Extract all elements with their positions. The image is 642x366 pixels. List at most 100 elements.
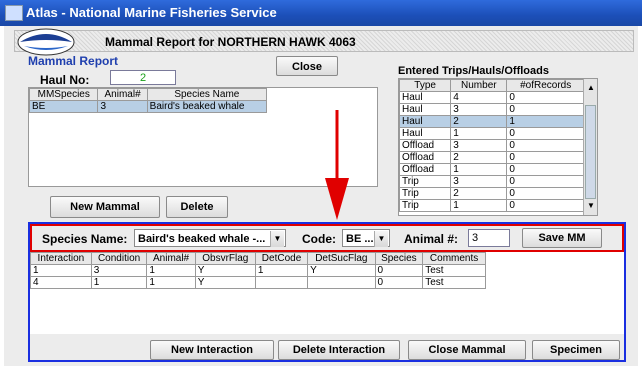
column-header[interactable]: ObsvrFlag [194, 252, 256, 265]
table-cell: 2 [450, 151, 508, 164]
table-row[interactable]: Haul 3 0 [399, 103, 585, 116]
save-mm-button[interactable]: Save MM [522, 228, 602, 248]
table-cell: 0 [506, 103, 585, 116]
new-mammal-button[interactable]: New Mammal [50, 196, 160, 218]
scroll-up-icon[interactable]: ▲ [587, 83, 595, 92]
table-cell: 0 [374, 276, 424, 289]
table-cell: 3 [97, 100, 148, 113]
table-cell: 0 [506, 187, 585, 200]
table-row[interactable]: 1 3 1 Y 1 Y 0 Test [30, 264, 486, 277]
chevron-down-icon[interactable]: ▼ [270, 231, 284, 247]
chevron-down-icon[interactable]: ▼ [374, 231, 388, 247]
animal-number-field[interactable]: 3 [468, 229, 510, 247]
window-titlebar: Atlas - National Marine Fisheries Servic… [0, 0, 642, 26]
column-header[interactable]: Species [374, 252, 424, 265]
column-header[interactable]: #ofRecords [506, 79, 585, 92]
table-cell: Y [307, 264, 376, 277]
table-cell: Test [422, 264, 486, 277]
table-cell: 3 [450, 175, 508, 188]
species-name-combo[interactable]: Baird's beaked whale -... ▼ [134, 229, 286, 247]
trips-scrollbar[interactable]: ▲ ▼ [583, 79, 597, 215]
column-header[interactable]: DetSucFlag [307, 252, 376, 265]
app-icon [5, 5, 23, 21]
column-header[interactable]: Condition [90, 252, 148, 265]
table-row[interactable]: Offload 1 0 [399, 163, 585, 176]
table-cell: Offload [399, 139, 452, 152]
table-row[interactable]: BE 3 Baird's beaked whale [28, 100, 268, 113]
table-cell: Y [194, 264, 256, 277]
haul-number-field[interactable]: 2 [110, 70, 176, 85]
table-cell: 1 [30, 264, 92, 277]
table-row[interactable]: Haul 1 0 [399, 127, 585, 140]
scroll-down-icon[interactable]: ▼ [587, 201, 595, 210]
delete-mammal-button[interactable]: Delete [166, 196, 228, 218]
code-combo[interactable]: BE ... ▼ [342, 229, 390, 247]
table-cell: 0 [506, 175, 585, 188]
species-name-label: Species Name: [42, 232, 128, 246]
haul-label: Haul No: [40, 73, 90, 87]
new-interaction-button[interactable]: New Interaction [150, 340, 274, 360]
table-row[interactable]: 4 1 1 Y 0 Test [30, 276, 486, 289]
table-cell: 0 [506, 127, 585, 140]
table-cell [307, 276, 376, 289]
table-cell: Haul [399, 103, 452, 116]
column-header[interactable]: Species Name [146, 88, 268, 101]
table-cell: 0 [506, 151, 585, 164]
window-title: Atlas - National Marine Fisheries Servic… [26, 5, 277, 20]
table-cell: 4 [450, 91, 508, 104]
table-cell: 3 [90, 264, 148, 277]
table-row[interactable]: Trip 2 0 [399, 187, 585, 200]
table-cell: Trip [399, 199, 452, 212]
table-row[interactable]: Offload 3 0 [399, 139, 585, 152]
table-cell [254, 276, 309, 289]
table-row[interactable]: Haul 4 0 [399, 91, 585, 104]
table-cell: Haul [399, 115, 452, 128]
column-header[interactable]: Type [399, 79, 452, 92]
table-row[interactable]: Trip 3 0 [399, 175, 585, 188]
close-button[interactable]: Close [276, 56, 338, 76]
table-row[interactable]: Trip 1 0 [399, 199, 585, 212]
specimen-button[interactable]: Specimen [532, 340, 620, 360]
column-header[interactable]: DetCode [254, 252, 309, 265]
table-cell: 2 [450, 115, 508, 128]
column-header[interactable]: MMSpecies [28, 88, 99, 101]
table-cell: 0 [506, 163, 585, 176]
table-cell: 1 [450, 163, 508, 176]
table-cell: 1 [450, 127, 508, 140]
table-cell: Trip [399, 175, 452, 188]
column-header[interactable]: Number [450, 79, 508, 92]
trips-title: Entered Trips/Hauls/Offloads [398, 65, 549, 77]
table-cell: 2 [450, 187, 508, 200]
table-cell: 1 [146, 264, 196, 277]
close-mammal-button[interactable]: Close Mammal [408, 340, 526, 360]
table-cell: 3 [450, 103, 508, 116]
table-cell: Haul [399, 127, 452, 140]
code-label: Code: [302, 232, 336, 246]
table-cell: 4 [30, 276, 92, 289]
delete-interaction-button[interactable]: Delete Interaction [278, 340, 400, 360]
column-header[interactable]: Animal# [146, 252, 196, 265]
trips-table: Type Number #ofRecords Haul 4 0 Haul 3 0 Haul 2 1 H… [399, 79, 585, 212]
table-row[interactable]: Offload 2 0 [399, 151, 585, 164]
table-cell: 0 [506, 199, 585, 212]
table-row[interactable]: Haul 2 1 [399, 115, 585, 128]
column-header[interactable]: Interaction [30, 252, 92, 265]
table-cell: 1 [90, 276, 148, 289]
table-cell: 0 [374, 264, 424, 277]
table-cell: Trip [399, 187, 452, 200]
annotation-arrow-icon [325, 110, 349, 220]
table-cell: 3 [450, 139, 508, 152]
scroll-thumb[interactable] [585, 105, 596, 199]
noaa-logo [17, 28, 75, 56]
table-cell: Offload [399, 151, 452, 164]
table-cell: 0 [506, 91, 585, 104]
table-cell: Y [194, 276, 256, 289]
table-cell: Test [422, 276, 486, 289]
column-header[interactable]: Animal# [97, 88, 148, 101]
table-cell: Baird's beaked whale [146, 100, 268, 113]
section-label: Mammal Report [28, 54, 119, 68]
report-header: Mammal Report for NORTHERN HAWK 4063 [14, 30, 634, 52]
column-header[interactable]: Comments [422, 252, 486, 265]
table-cell: 1 [450, 199, 508, 212]
interaction-table-panel: Interaction Condition Animal# ObsvrFlag DetC… [30, 252, 624, 334]
